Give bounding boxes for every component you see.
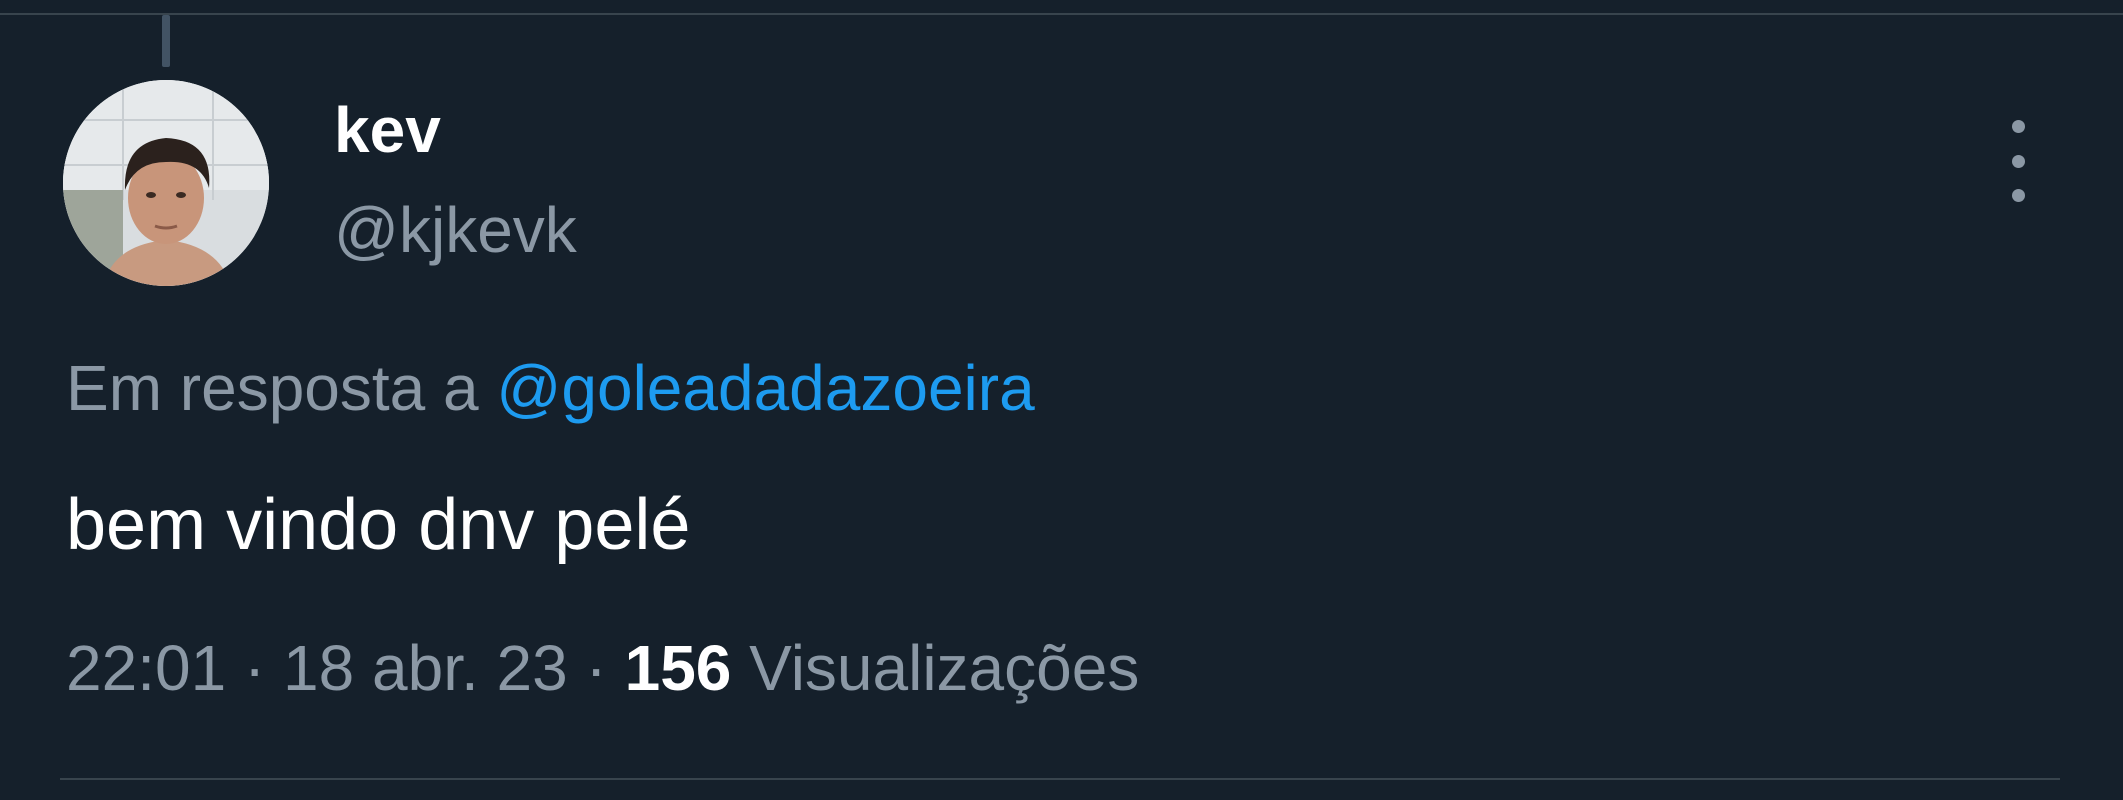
tweet-time[interactable]: 22:01 [66,632,226,704]
tweet-meta: 22:01 · 18 abr. 23 · 156 Visualizações [66,628,1139,708]
more-options-button[interactable] [1990,120,2046,202]
more-vertical-icon-dot [2011,154,2025,168]
meta-separator: · [243,632,266,704]
tweet-detail: kev @kjkevk Em resposta a @goleadadazoei… [0,0,2123,800]
author-handle[interactable]: @kjkevk [334,190,577,270]
reply-prefix: Em resposta a [66,352,479,424]
views-label: Visualizações [749,632,1140,704]
avatar-image [63,80,269,286]
tweet-text: bem vindo dnv pelé [66,485,691,565]
views-count: 156 [624,632,732,704]
avatar[interactable] [63,80,269,286]
reply-context: Em resposta a @goleadadazoeira [66,348,1035,428]
thread-connector-line [162,15,170,67]
bottom-divider [60,778,2060,780]
more-vertical-icon-dot [2011,189,2025,202]
meta-separator: · [585,632,607,704]
top-divider [0,13,2123,15]
reply-mention-link[interactable]: @goleadadazoeira [496,352,1034,424]
more-vertical-icon [2011,120,2025,133]
author-display-name[interactable]: kev [334,90,441,170]
tweet-date[interactable]: 18 abr. 23 [283,632,568,704]
